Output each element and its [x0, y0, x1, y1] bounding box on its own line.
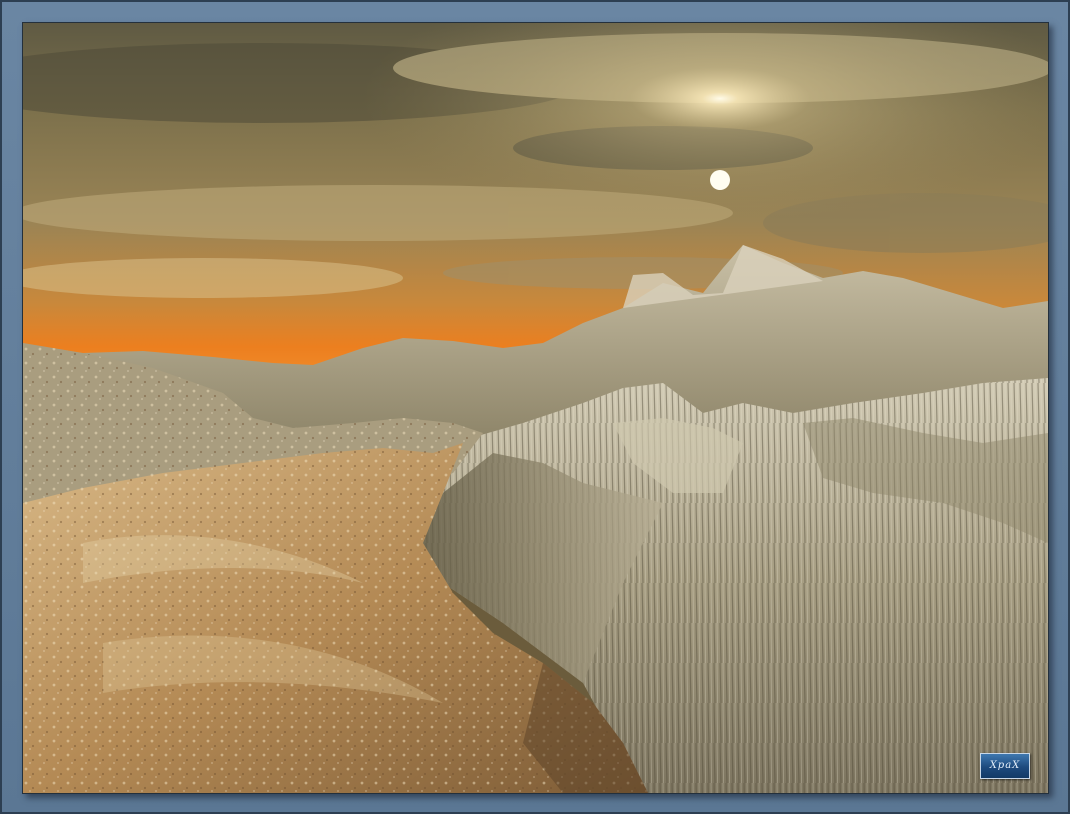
watermark-badge: XpaX: [980, 753, 1030, 779]
sun: [710, 170, 730, 190]
landscape-image: [22, 22, 1049, 794]
